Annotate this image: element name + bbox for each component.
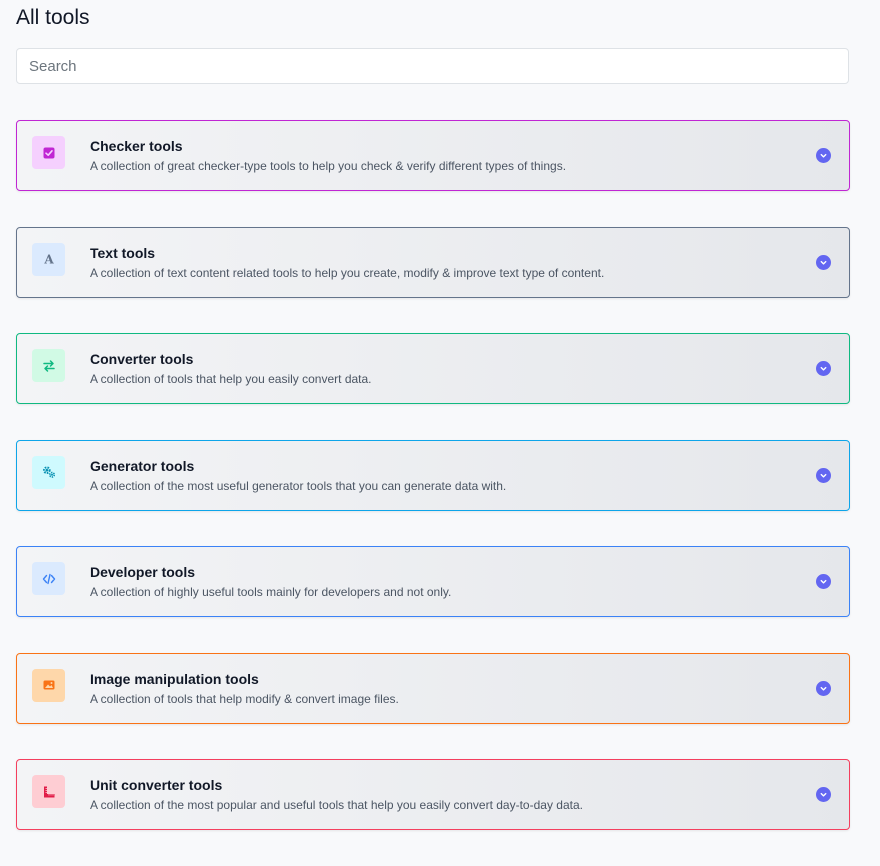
category-title: Checker tools (90, 138, 183, 154)
category-title: Unit converter tools (90, 777, 223, 793)
chevron-down-icon[interactable] (816, 574, 831, 589)
category-description: A collection of text content related too… (90, 265, 605, 280)
chevron-down-icon[interactable] (816, 467, 831, 483)
category-title: Generator tools (90, 457, 195, 474)
category-description: A collection of great checker-type tools… (90, 159, 567, 173)
category-title: Converter tools (90, 351, 194, 367)
ruler-icon (32, 775, 65, 808)
letter-a-icon: A (32, 242, 65, 276)
tool-category-list: Checker tools A collection of great check… (16, 120, 850, 866)
category-description: A collection of the most useful generato… (90, 478, 507, 493)
chevron-down-icon[interactable] (816, 787, 831, 802)
checkbox-icon (32, 136, 65, 169)
svg-text:A: A (43, 253, 54, 267)
category-title: Text tools (90, 244, 156, 261)
code-icon (32, 562, 65, 595)
category-description: A collection of tools that help modify &… (90, 691, 399, 706)
chevron-down-icon[interactable] (816, 148, 831, 163)
category-card-text-tools[interactable]: A Text tools A collection of text content … (16, 226, 850, 298)
category-description: A collection of highly useful tools main… (90, 585, 452, 599)
arrows-exchange-icon (32, 349, 65, 382)
category-title: Developer tools (90, 564, 196, 580)
chevron-down-icon[interactable] (816, 254, 831, 270)
image-icon (32, 668, 65, 702)
search-input[interactable] (16, 48, 849, 84)
cogs-icon (32, 455, 65, 489)
category-description: A collection of tools that help you easi… (90, 372, 372, 386)
category-card-generator-tools[interactable]: Generator tools A collection of the most … (16, 439, 850, 511)
chevron-down-icon[interactable] (816, 680, 831, 696)
category-title: Image manipulation tools (90, 670, 259, 687)
category-card-checker-tools[interactable]: Checker tools A collection of great check… (16, 120, 850, 191)
page-title: All tools (16, 6, 90, 29)
category-card-unit-converter-tools[interactable]: Unit converter tools A collection of the … (16, 759, 850, 830)
category-card-image-manipulation-tools[interactable]: Image manipulation tools A collection of … (16, 652, 850, 724)
category-description: A collection of the most popular and use… (90, 798, 583, 812)
chevron-down-icon[interactable] (816, 361, 831, 376)
category-card-developer-tools[interactable]: Developer tools A collection of highly us… (16, 546, 850, 617)
category-card-converter-tools[interactable]: Converter tools A collection of tools tha… (16, 333, 850, 404)
